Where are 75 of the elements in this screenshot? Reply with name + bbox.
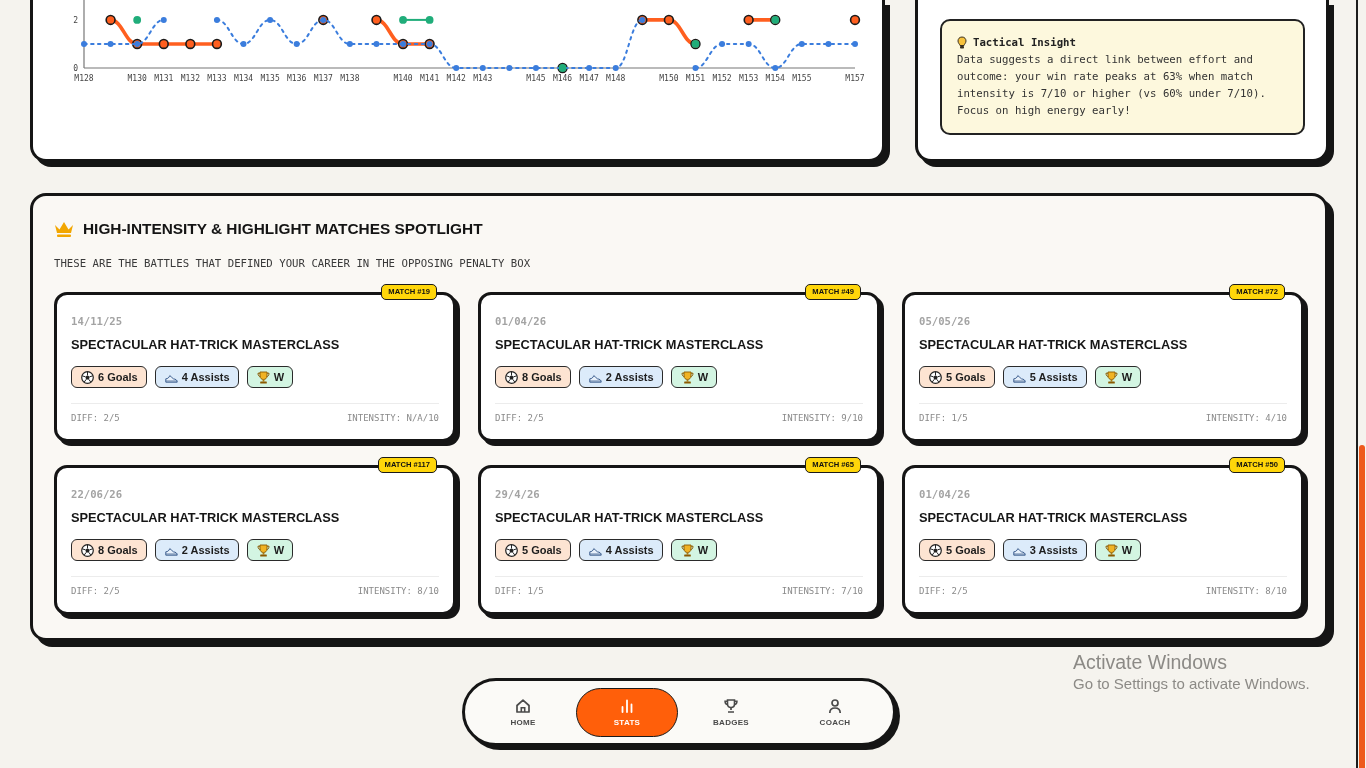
stat-text: 8 Goals — [98, 544, 138, 556]
x-tick-label: M138 — [340, 74, 360, 83]
match-date: 29/4/26 — [495, 488, 541, 501]
x-tick-label: M148 — [606, 74, 626, 83]
intensity-text: INTENSITY: N/A/10 — [346, 412, 439, 424]
difficulty-text: DIFF: 1/5 — [919, 412, 968, 424]
stat-text: 2 Assists — [605, 371, 654, 383]
x-tick-label: M153 — [739, 74, 759, 83]
difficulty-text: DIFF: 1/5 — [495, 585, 544, 597]
match-title: SPECTACULAR HAT-TRICK MASTERCLASS — [71, 337, 341, 352]
intensity-text: INTENSITY: 9/10 — [781, 412, 863, 424]
insight-text: Data suggests a direct link between effort and outcome: your win rate peaks at 63% when match intensity is 7/10 or higher (vs 60% under 7/10). Focus on high energy early! — [957, 52, 1267, 119]
stat-text: 8 Goals — [522, 371, 562, 383]
section-title: HIGH-INTENSITY & HIGHLIGHT MATCHES SPOTLIGHT — [83, 220, 483, 238]
insight-title: Tactical Insight — [973, 36, 1076, 49]
x-tick-label: M152 — [712, 74, 732, 83]
x-tick-label: M151 — [685, 74, 706, 83]
stat-text: 5 Goals — [522, 544, 562, 556]
stat-text: W — [273, 371, 285, 383]
stat-text: W — [1121, 371, 1133, 383]
x-tick-label: M134 — [233, 74, 254, 83]
stat-text: 2 Assists — [181, 544, 230, 556]
x-tick-label: M137 — [313, 74, 333, 83]
x-tick-label: M155 — [792, 74, 812, 83]
activation-text: Go to Settings to activate Windows. — [1073, 674, 1310, 693]
difficulty-text: DIFF: 2/5 — [495, 412, 544, 424]
y-tick-label: 2 — [73, 15, 78, 25]
x-tick-label: M140 — [393, 74, 413, 83]
x-tick-label: M130 — [127, 74, 147, 83]
stat-text: W — [273, 544, 285, 556]
difficulty-text: DIFF: 2/5 — [71, 585, 120, 597]
x-tick-label: M141 — [420, 74, 440, 83]
y-tick-label: 0 — [73, 64, 78, 73]
x-tick-label: M142 — [446, 74, 466, 83]
match-title: SPECTACULAR HAT-TRICK MASTERCLASS — [919, 510, 1189, 525]
x-tick-label: M128 — [74, 74, 94, 83]
difficulty-text: DIFF: 2/5 — [71, 412, 120, 424]
stat-text: 5 Goals — [946, 544, 986, 556]
match-title: SPECTACULAR HAT-TRICK MASTERCLASS — [495, 510, 765, 525]
match-title: SPECTACULAR HAT-TRICK MASTERCLASS — [71, 510, 341, 525]
match-date: 14/11/25 — [71, 315, 124, 328]
x-tick-label: M132 — [180, 74, 200, 83]
x-tick-label: M150 — [659, 74, 679, 83]
stat-text: 4 Assists — [605, 544, 654, 556]
intensity-text: INTENSITY: 7/10 — [781, 585, 863, 597]
stat-text: 5 Goals — [946, 371, 986, 383]
section-subtitle: THESE ARE THE BATTLES THAT DEFINED YOUR CAREER IN THE OPPOSING PENALTY BOX — [54, 257, 532, 270]
intensity-text: INTENSITY: 8/10 — [1205, 585, 1287, 597]
stat-text: W — [697, 544, 709, 556]
match-date: 01/04/26 — [919, 488, 972, 501]
stat-text: 6 Goals — [98, 371, 138, 383]
stat-text: 3 Assists — [1029, 544, 1078, 556]
x-tick-label: M136 — [287, 74, 307, 83]
x-tick-label: M147 — [579, 74, 599, 83]
stat-text: 5 Assists — [1029, 371, 1078, 383]
match-date: 22/06/26 — [71, 488, 124, 501]
intensity-text: INTENSITY: 8/10 — [357, 585, 439, 597]
match-date: 01/04/26 — [495, 315, 548, 328]
activation-title: Activate Windows — [1073, 651, 1228, 674]
x-tick-label: M146 — [552, 74, 573, 83]
x-tick-label: M157 — [845, 74, 865, 83]
x-tick-label: M143 — [473, 74, 493, 83]
match-title: SPECTACULAR HAT-TRICK MASTERCLASS — [919, 337, 1189, 352]
x-tick-label: M154 — [765, 74, 785, 83]
x-tick-label: M145 — [526, 74, 546, 83]
x-tick-label: M133 — [207, 74, 227, 83]
match-date: 05/05/26 — [919, 315, 972, 328]
stat-text: W — [1121, 544, 1133, 556]
x-tick-label: M131 — [154, 74, 174, 83]
match-title: SPECTACULAR HAT-TRICK MASTERCLASS — [495, 337, 765, 352]
difficulty-text: DIFF: 2/5 — [919, 585, 968, 597]
stat-text: W — [697, 371, 709, 383]
stat-text: 4 Assists — [181, 371, 230, 383]
intensity-text: INTENSITY: 4/10 — [1205, 412, 1287, 424]
x-tick-label: M135 — [260, 74, 280, 83]
